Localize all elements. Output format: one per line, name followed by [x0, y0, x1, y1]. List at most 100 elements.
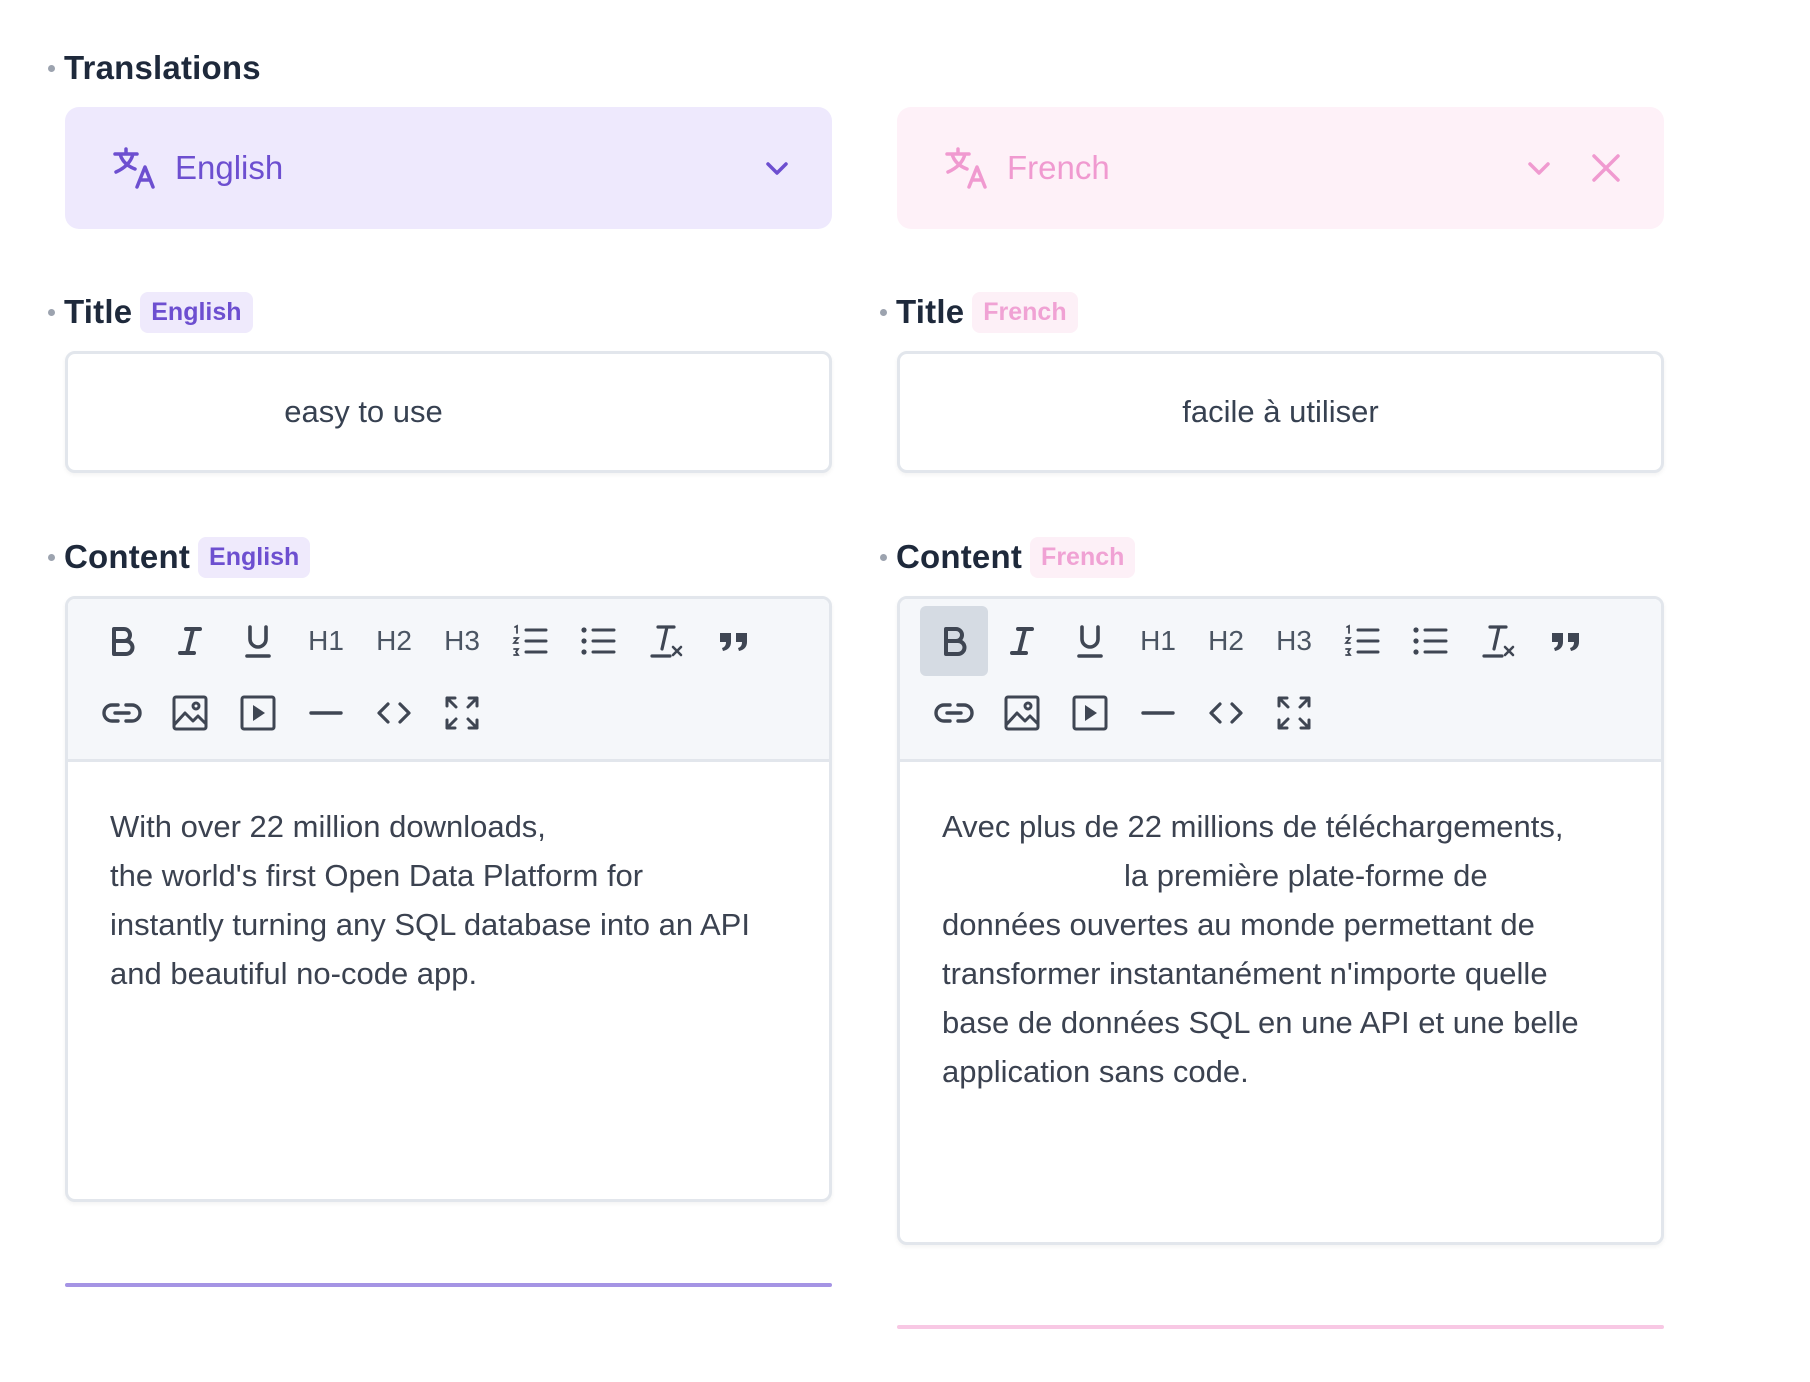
link-icon — [102, 703, 142, 723]
link-button[interactable] — [920, 678, 988, 748]
h3-label: H3 — [444, 625, 480, 656]
title-label-english: Title English — [48, 291, 253, 333]
bold-icon — [112, 627, 135, 656]
language-select-french[interactable]: French — [897, 107, 1664, 229]
h3-label: H3 — [1276, 625, 1312, 656]
content-line: données ouvertes au monde permettant de — [942, 907, 1535, 942]
chevron-down-icon[interactable] — [1524, 153, 1554, 183]
italic-button[interactable] — [988, 606, 1056, 676]
code-icon — [1209, 702, 1243, 724]
content-line: transformer instantanément n'importe que… — [942, 956, 1548, 991]
code-button[interactable] — [1192, 678, 1260, 748]
video-button[interactable] — [224, 678, 292, 748]
content-line: application sans code. — [942, 1054, 1249, 1089]
h2-label: H2 — [1208, 625, 1244, 656]
clear-format-icon — [1482, 625, 1515, 658]
translations-heading: Translations — [48, 48, 261, 88]
video-icon — [1072, 695, 1108, 731]
section-title: Translations — [64, 49, 261, 86]
content-editor-english: H1 H2 H3 With over 22 million downloads,… — [65, 596, 832, 1202]
editor-content[interactable]: Avec plus de 22 millions de téléchargeme… — [900, 762, 1661, 1136]
ordered-list-button[interactable] — [1328, 606, 1396, 676]
close-icon[interactable] — [1588, 150, 1624, 186]
translate-icon — [945, 147, 987, 189]
language-select-english[interactable]: English — [65, 107, 832, 229]
ordered-list-icon — [512, 624, 548, 656]
content-line: With over 22 million downloads, — [110, 809, 546, 844]
quote-button[interactable] — [1532, 606, 1600, 676]
field-label: Content — [64, 538, 191, 575]
language-name: English — [175, 149, 284, 186]
underline-icon — [245, 625, 271, 658]
content-editor-french: H1 H2 H3 Avec plus de 22 millions de tél… — [897, 596, 1664, 1245]
fullscreen-icon — [445, 696, 479, 730]
underline-icon — [1077, 625, 1103, 658]
content-label-english: Content English — [48, 536, 311, 578]
content-line: la première plate-forme de — [1124, 858, 1488, 893]
language-badge: English — [140, 291, 253, 333]
link-icon — [934, 703, 974, 723]
image-icon — [1004, 695, 1040, 731]
code-button[interactable] — [360, 678, 428, 748]
italic-icon — [178, 627, 202, 655]
title-input-french[interactable]: facile à utiliser — [897, 351, 1664, 473]
heading-1-button[interactable]: H1 — [1124, 606, 1192, 676]
heading-3-button[interactable]: H3 — [428, 606, 496, 676]
bold-button[interactable] — [920, 606, 988, 676]
quote-icon — [720, 633, 747, 651]
french-accent-divider — [897, 1325, 1664, 1329]
field-label: Content — [896, 538, 1023, 575]
heading-1-button[interactable]: H1 — [292, 606, 360, 676]
image-button[interactable] — [988, 678, 1056, 748]
chevron-down-icon[interactable] — [762, 153, 792, 183]
title-input-english[interactable]: easy to use — [65, 351, 832, 473]
content-line: and beautiful no-code app. — [110, 956, 478, 991]
quote-button[interactable] — [700, 606, 768, 676]
editor-toolbar: H1 H2 H3 — [900, 599, 1661, 762]
italic-button[interactable] — [156, 606, 224, 676]
bold-icon — [944, 627, 967, 656]
image-button[interactable] — [156, 678, 224, 748]
horizontal-rule-icon — [1141, 711, 1175, 715]
quote-icon — [1552, 633, 1579, 651]
horizontal-rule-button[interactable] — [1124, 678, 1192, 748]
content-line: base de données SQL en une API et une be… — [942, 1005, 1579, 1040]
horizontal-rule-button[interactable] — [292, 678, 360, 748]
title-label-french: Title French — [880, 291, 1078, 333]
video-button[interactable] — [1056, 678, 1124, 748]
h2-label: H2 — [376, 625, 412, 656]
content-line: instantly turning any SQL database into … — [110, 907, 750, 942]
bullet-list-icon — [1413, 627, 1448, 655]
ordered-list-button[interactable] — [496, 606, 564, 676]
h1-label: H1 — [1140, 625, 1176, 656]
clear-format-icon — [650, 625, 683, 658]
field-label: Title — [64, 293, 133, 330]
heading-3-button[interactable]: H3 — [1260, 606, 1328, 676]
heading-2-button[interactable]: H2 — [1192, 606, 1260, 676]
horizontal-rule-icon — [309, 711, 343, 715]
link-button[interactable] — [88, 678, 156, 748]
bold-button[interactable] — [88, 606, 156, 676]
italic-icon — [1010, 627, 1034, 655]
language-badge: English — [198, 536, 311, 578]
content-line: Avec plus de 22 millions de téléchargeme… — [942, 809, 1564, 844]
clear-format-button[interactable] — [632, 606, 700, 676]
editor-toolbar: H1 H2 H3 — [68, 599, 829, 762]
bullet — [880, 308, 887, 316]
bullet-list-button[interactable] — [564, 606, 632, 676]
clear-format-button[interactable] — [1464, 606, 1532, 676]
underline-button[interactable] — [224, 606, 292, 676]
bullet-list-button[interactable] — [1396, 606, 1464, 676]
heading-2-button[interactable]: H2 — [360, 606, 428, 676]
h1-label: H1 — [308, 625, 344, 656]
fullscreen-button[interactable] — [428, 678, 496, 748]
image-icon — [172, 695, 208, 731]
language-badge: French — [972, 291, 1078, 333]
ordered-list-icon — [1344, 624, 1380, 656]
english-accent-divider — [65, 1283, 832, 1287]
fullscreen-button[interactable] — [1260, 678, 1328, 748]
editor-content[interactable]: With over 22 million downloads, the worl… — [68, 762, 829, 1038]
underline-button[interactable] — [1056, 606, 1124, 676]
bullet-list-icon — [581, 627, 616, 655]
code-icon — [377, 702, 411, 724]
